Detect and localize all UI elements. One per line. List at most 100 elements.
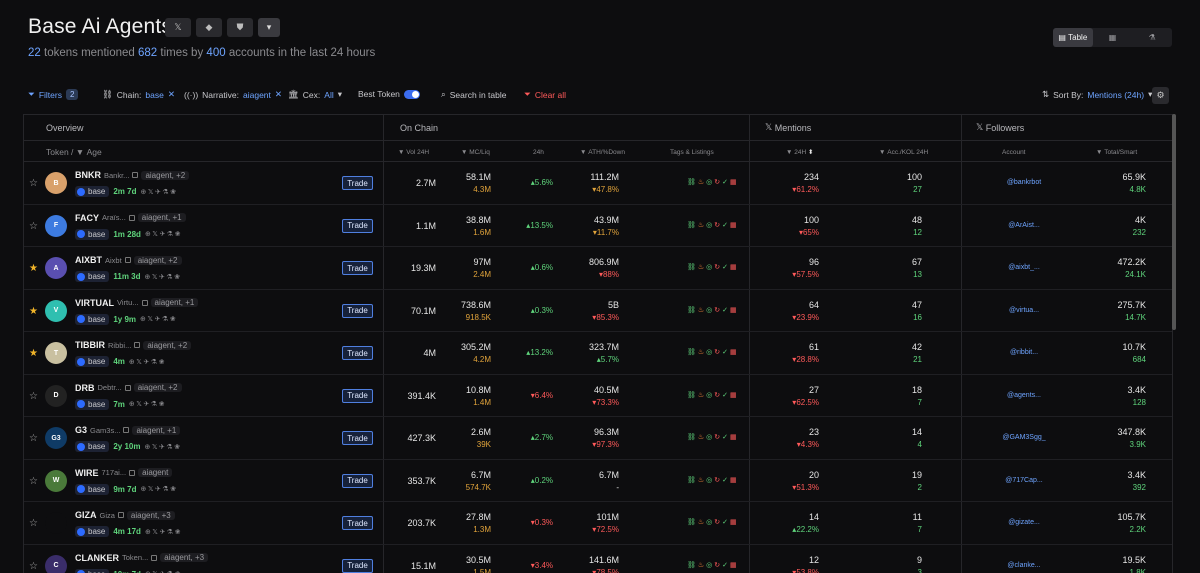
- account-link[interactable]: @bankrbot: [984, 179, 1064, 186]
- star-icon[interactable]: ☆: [29, 391, 38, 402]
- social-link-icons[interactable]: ⊕𝕏✈⚗❀: [145, 443, 182, 451]
- account-link[interactable]: @agents...: [984, 392, 1064, 399]
- narrative-tag[interactable]: aiagent, +2: [141, 170, 190, 180]
- token-name[interactable]: GIZA Giza aiagent, +3: [75, 510, 175, 520]
- cex-filter[interactable]: 🏛 Cex: All ▾: [288, 89, 342, 100]
- token-name[interactable]: TIBBIR Ribbi... aiagent, +2: [75, 340, 192, 350]
- table-row[interactable]: ★ V VIRTUAL Virtu... aiagent, +1 base 1y…: [24, 290, 1172, 332]
- col-ath[interactable]: ▼ ATH/%Down: [580, 141, 625, 163]
- x-icon[interactable]: 𝕏: [165, 18, 191, 37]
- token-name[interactable]: AIXBT Aixbt aiagent, +2: [75, 255, 182, 265]
- scrollbar[interactable]: [1172, 114, 1176, 330]
- table-row[interactable]: ★ T TIBBIR Ribbi... aiagent, +2 base 4m …: [24, 332, 1172, 375]
- trade-button[interactable]: Trade: [342, 176, 373, 190]
- narrative-tag[interactable]: aiagent, +1: [150, 298, 199, 307]
- copy-icon[interactable]: [129, 469, 136, 476]
- settings-button[interactable]: ⚙: [1152, 87, 1169, 104]
- shield-icon[interactable]: ⛊: [227, 18, 253, 37]
- social-link-icons[interactable]: ⊕𝕏✈⚗❀: [129, 400, 166, 408]
- trade-button[interactable]: Trade: [342, 558, 373, 573]
- listing-icons[interactable]: ⛓♨◎↻✓▦: [687, 348, 739, 356]
- clear-all-button[interactable]: ⏷ Clear all: [524, 89, 566, 100]
- narrative-tag[interactable]: aiagent: [138, 468, 173, 477]
- listing-icons[interactable]: ⛓♨◎↻✓▦: [687, 561, 739, 569]
- token-name[interactable]: DRB Debtr... aiagent, +2: [75, 383, 182, 393]
- account-link[interactable]: @aixbt_...: [984, 264, 1064, 271]
- col-acc-kol[interactable]: ▼ Acc./KOL 24H: [879, 141, 928, 163]
- toggle-switch[interactable]: [403, 89, 420, 99]
- col-vol[interactable]: ▼ Vol 24H: [398, 141, 429, 163]
- col-total-smart[interactable]: ▼ Total/Smart: [1096, 141, 1137, 163]
- trade-button[interactable]: Trade: [342, 431, 373, 445]
- narrative-tag[interactable]: aiagent, +2: [133, 383, 182, 392]
- listing-icons[interactable]: ⛓♨◎↻✓▦: [687, 391, 739, 399]
- table-row[interactable]: ☆ W WIRE 717ai... aiagent base 9m 7d ⊕𝕏✈…: [24, 460, 1172, 502]
- narrative-tag[interactable]: aiagent, +3: [160, 553, 209, 562]
- close-icon[interactable]: ✕: [275, 89, 282, 100]
- trade-button[interactable]: Trade: [342, 473, 373, 488]
- table-view-button[interactable]: ▤ Table: [1053, 28, 1093, 47]
- account-link[interactable]: @GAM3Sgg_: [984, 434, 1064, 441]
- copy-icon[interactable]: [124, 257, 131, 263]
- account-link[interactable]: @ArAist...: [984, 222, 1064, 229]
- star-icon[interactable]: ★: [29, 263, 38, 274]
- star-icon[interactable]: ☆: [29, 178, 38, 189]
- social-link-icons[interactable]: ⊕𝕏✈⚗❀: [145, 273, 182, 281]
- grid-view-button[interactable]: ▦: [1093, 28, 1133, 47]
- trade-button[interactable]: Trade: [342, 218, 373, 233]
- account-link[interactable]: @717Cap...: [984, 477, 1064, 484]
- copy-icon[interactable]: [123, 427, 130, 433]
- table-row[interactable]: ☆ F FACY Araïs... aiagent, +1 base 1m 28…: [24, 205, 1172, 247]
- best-token-toggle[interactable]: Best Token: [358, 89, 420, 99]
- listing-icons[interactable]: ⛓♨◎↻✓▦: [687, 221, 739, 229]
- social-link-icons[interactable]: ⊕𝕏✈⚗❀: [140, 315, 177, 323]
- search-table-button[interactable]: ⌕ Search in table: [441, 89, 506, 100]
- col-token[interactable]: Token / ▼ Age: [46, 141, 102, 163]
- col-mentions-24h[interactable]: ▼ 24H ⬍: [786, 141, 813, 163]
- trade-button[interactable]: Trade: [342, 346, 373, 360]
- listing-icons[interactable]: ⛓♨◎↻✓▦: [687, 306, 739, 314]
- narrative-tag[interactable]: aiagent, +3: [126, 510, 175, 520]
- copy-icon[interactable]: [141, 299, 148, 306]
- table-row[interactable]: ☆ D DRB Debtr... aiagent, +2 base 7m ⊕𝕏✈…: [24, 375, 1172, 417]
- copy-icon[interactable]: [128, 214, 135, 221]
- account-link[interactable]: @ribbit...: [984, 349, 1064, 356]
- token-name[interactable]: BNKR Bankr... aiagent, +2: [75, 170, 190, 180]
- listing-icons[interactable]: ⛓♨◎↻✓▦: [687, 476, 739, 484]
- token-name[interactable]: VIRTUAL Virtu... aiagent, +1: [75, 298, 199, 308]
- token-name[interactable]: FACY Araïs... aiagent, +1: [75, 213, 186, 223]
- star-icon[interactable]: ☆: [29, 221, 38, 232]
- social-link-icons[interactable]: ⊕𝕏✈⚗❀: [145, 528, 182, 536]
- col-24h[interactable]: 24h: [533, 141, 544, 163]
- filters-button[interactable]: ⏷ Filters 2: [28, 89, 79, 100]
- copy-icon[interactable]: [124, 384, 131, 391]
- copy-icon[interactable]: [132, 172, 139, 178]
- star-icon[interactable]: ☆: [29, 561, 38, 572]
- account-link[interactable]: @gizate...: [984, 519, 1064, 526]
- star-icon[interactable]: ★: [29, 348, 38, 359]
- drop-icon[interactable]: ◆: [196, 18, 222, 37]
- narrative-tag[interactable]: aiagent, +1: [137, 213, 186, 222]
- narrative-filter[interactable]: ((·)) Narrative: aiagent ✕: [184, 89, 282, 100]
- token-name[interactable]: WIRE 717ai... aiagent: [75, 468, 173, 478]
- star-icon[interactable]: ☆: [29, 476, 38, 487]
- trade-button[interactable]: Trade: [342, 388, 373, 403]
- token-name[interactable]: CLANKER Token... aiagent, +3: [75, 553, 209, 563]
- narrative-tag[interactable]: aiagent, +2: [143, 340, 192, 350]
- social-link-icons[interactable]: ⊕𝕏✈⚗❀: [145, 230, 182, 238]
- trade-button[interactable]: Trade: [342, 516, 373, 530]
- table-row[interactable]: ☆ C CLANKER Token... aiagent, +3 base 10…: [24, 545, 1172, 573]
- listing-icons[interactable]: ⛓♨◎↻✓▦: [687, 433, 739, 441]
- copy-icon[interactable]: [134, 342, 141, 348]
- chevron-down-icon[interactable]: ▾: [258, 18, 280, 37]
- sort-dropdown[interactable]: ⇅ Sort By: Mentions (24h) ▾: [1042, 89, 1152, 100]
- account-link[interactable]: @virtua...: [984, 307, 1064, 314]
- trade-button[interactable]: Trade: [342, 261, 373, 275]
- star-icon[interactable]: ★: [29, 306, 38, 317]
- star-icon[interactable]: ☆: [29, 518, 38, 529]
- narrative-tag[interactable]: aiagent, +2: [133, 255, 182, 265]
- lab-view-button[interactable]: ⚗: [1132, 28, 1172, 47]
- token-name[interactable]: G3 Gam3s... aiagent, +1: [75, 425, 181, 435]
- listing-icons[interactable]: ⛓♨◎↻✓▦: [687, 263, 739, 271]
- close-icon[interactable]: ✕: [168, 89, 175, 100]
